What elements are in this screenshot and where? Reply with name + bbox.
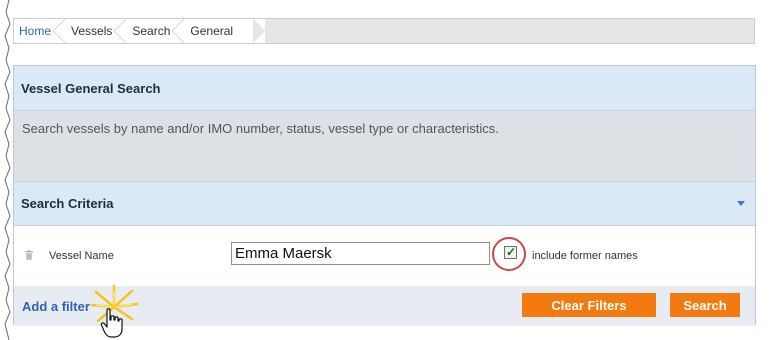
breadcrumb-home[interactable]: Home <box>14 19 66 43</box>
breadcrumb-general: General <box>184 19 265 43</box>
caret-down-icon[interactable] <box>737 201 745 206</box>
vessel-name-input[interactable] <box>231 242 490 265</box>
search-criteria-header[interactable]: Search Criteria <box>14 181 755 226</box>
clear-filters-button[interactable]: Clear Filters <box>522 293 656 317</box>
filter-row-vessel-name: Vessel Name ✓ include former names <box>14 226 755 286</box>
panel-header: Vessel General Search <box>14 66 755 111</box>
vessel-name-label: Vessel Name <box>49 250 114 262</box>
torn-edge <box>4 0 11 340</box>
include-former-names-checkbox[interactable]: ✓ <box>504 245 517 259</box>
panel-description: Search vessels by name and/or IMO number… <box>22 121 499 136</box>
include-former-names-label: include former names <box>532 250 638 262</box>
cut-off-content <box>14 325 756 340</box>
trash-icon[interactable] <box>25 250 33 260</box>
checkmark-icon: ✓ <box>506 245 517 259</box>
search-criteria-title: Search Criteria <box>21 196 114 211</box>
breadcrumb-search[interactable]: Search <box>126 19 185 43</box>
panel-title: Vessel General Search <box>21 81 161 96</box>
search-button[interactable]: Search <box>670 293 740 317</box>
breadcrumb: Home Vessels Search General <box>13 18 755 44</box>
breadcrumb-vessels[interactable]: Vessels <box>65 19 127 43</box>
add-filter-link[interactable]: Add a filter <box>22 299 90 314</box>
